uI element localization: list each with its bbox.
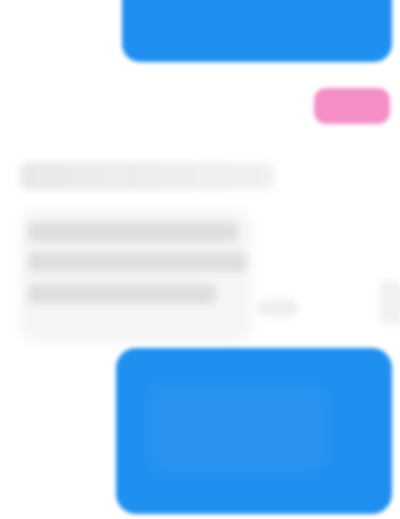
sender-name <box>20 162 275 190</box>
message-text-line <box>28 284 216 304</box>
offscreen-content-fragment <box>380 280 400 324</box>
message-text-line <box>28 252 246 272</box>
reaction-tag[interactable] <box>314 88 390 124</box>
message-text-line <box>28 222 238 242</box>
message-timestamp <box>258 300 298 316</box>
outgoing-message-bubble-top[interactable] <box>122 0 392 62</box>
bubble-highlight <box>148 384 328 474</box>
chat-screen <box>0 0 400 519</box>
